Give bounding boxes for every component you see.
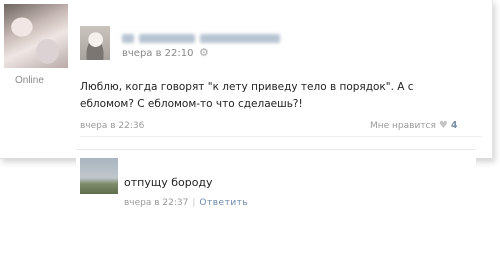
divider bbox=[80, 136, 482, 137]
post-text: Люблю, когда говорят "к лету приведу тел… bbox=[80, 81, 414, 110]
reply-text: отпущу бороду bbox=[124, 176, 213, 189]
heart-icon: ♥ bbox=[438, 120, 448, 131]
meta-separator: | bbox=[192, 198, 196, 208]
reply-comment: отпущу бороду вчера в 22:37 | Ответить bbox=[76, 149, 476, 223]
like-button[interactable]: Мне нравится ♥ 4 bbox=[370, 120, 458, 131]
reply-date[interactable]: вчера в 22:37 bbox=[124, 198, 188, 208]
author-photo[interactable] bbox=[4, 4, 68, 68]
like-count: 4 bbox=[450, 120, 458, 131]
online-status: Online bbox=[15, 75, 44, 86]
post-date[interactable]: вчера в 22:10 bbox=[122, 48, 194, 59]
commenter-avatar[interactable] bbox=[80, 26, 110, 60]
like-label: Мне нравится bbox=[370, 120, 436, 131]
blurred-author-name bbox=[122, 28, 290, 43]
gear-icon[interactable]: ⚙ bbox=[199, 46, 209, 59]
reply-avatar[interactable] bbox=[80, 158, 118, 194]
comment-date[interactable]: вчера в 22:36 bbox=[80, 121, 144, 131]
post-card: Online вчера в 22:10 ⚙ Люблю, когда гово… bbox=[0, 0, 493, 159]
reply-link[interactable]: Ответить bbox=[199, 198, 248, 208]
reply-meta: вчера в 22:37 | Ответить bbox=[124, 198, 248, 208]
